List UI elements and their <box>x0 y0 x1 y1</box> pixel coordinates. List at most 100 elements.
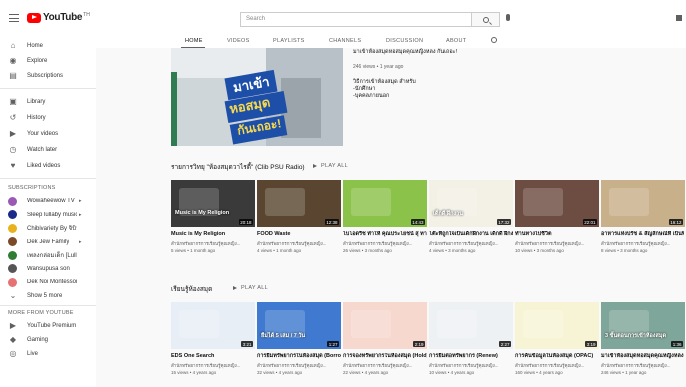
video-card[interactable]: ยืมได้ 5 เล่ม / 7 วัน 1:27 การยืมทรัพยากรใ… <box>257 302 341 375</box>
video-thumbnail[interactable]: 14:43 <box>343 180 427 227</box>
liked-videos-icon: ♥ <box>10 161 16 170</box>
video-thumbnail[interactable]: 2:19 <box>343 302 427 349</box>
video-duration: 20:18 <box>238 219 253 225</box>
video-title[interactable]: การค้นข้อมูลในห้องสมุด (OPAC) <box>515 353 599 360</box>
video-channel[interactable]: สำนักทรัพยากรการเรียนรู้คุณหญิง... <box>257 362 341 369</box>
video-title[interactable]: โต๊ะที่ถูกใจเป็นเด็กฝึกงาน เด็กดี ฝึกงาน <box>429 231 513 238</box>
video-thumbnail[interactable]: 3 ขั้นตอนการเข้าห้องสมุด 1:36 <box>601 302 685 349</box>
video-card[interactable]: 3:21 EDS One Search สำนักทรัพยากรการเรียนร… <box>171 302 255 375</box>
video-channel[interactable]: สำนักทรัพยากรการเรียนรู้คุณหญิง... <box>601 240 684 247</box>
tab-videos[interactable]: VIDEOS <box>227 38 250 44</box>
thumbnail-art <box>609 188 649 216</box>
tab-discussion[interactable]: DISCUSSION <box>386 38 423 44</box>
video-title[interactable]: การยืมต่อทรัพยากร (Renew) <box>429 353 513 360</box>
video-thumbnail[interactable]: Music is My Religion 20:18 <box>171 180 255 227</box>
video-title[interactable]: Music is My Religion <box>171 231 255 238</box>
tab-home[interactable]: HOME <box>185 38 203 44</box>
play-all-button[interactable]: PLAY ALL <box>233 285 268 291</box>
subscription-item[interactable]: Wowaheewow TV ▸ <box>0 194 96 208</box>
video-thumbnail[interactable]: 2:27 <box>429 302 513 349</box>
video-card[interactable]: เด็กดี ฝึกงาน 17:32 โต๊ะที่ถูกใจเป็นเด็กฝึ… <box>429 180 513 253</box>
featured-title[interactable]: มาเข้าห้องสมุดหอสมุดคุณหญิงหลง กันเถอะ! <box>353 48 457 56</box>
video-title[interactable]: ทำนทางไปชีวิต <box>515 231 599 238</box>
video-card[interactable]: 12:38 FOOD Waste สำนักทรัพยากรการเรียนรู้ค… <box>257 180 341 253</box>
video-card[interactable]: 3:19 การค้นข้อมูลในห้องสมุด (OPAC) สำนักทร… <box>515 302 599 375</box>
video-thumbnail[interactable]: 16:12 <box>601 180 685 227</box>
video-card[interactable]: 16:12 อาหารแห่งปรัช & สัญลักษณ์ที่ เป็นพิ… <box>601 180 685 253</box>
video-card[interactable]: 2:27 การยืมต่อทรัพยากร (Renew) สำนักทรัพยา… <box>429 302 513 375</box>
video-thumbnail[interactable]: 3:21 <box>171 302 255 349</box>
video-title[interactable]: ไบโอดรีช ทำให้ คุณประโยชน์ สุ ทางเลือกให… <box>343 231 427 238</box>
thumbnail-art <box>265 188 305 216</box>
video-title[interactable]: อาหารแห่งปรัช & สัญลักษณ์ที่ เป็นพิศรับเ… <box>601 231 684 238</box>
video-thumbnail[interactable]: เด็กดี ฝึกงาน 17:32 <box>429 180 513 227</box>
sidebar-item[interactable]: ◷ Watch later <box>0 143 96 157</box>
video-channel[interactable]: สำนักทรัพยากรการเรียนรู้คุณหญิง... <box>601 362 684 369</box>
video-card[interactable]: 22:01 ทำนทางไปชีวิตสำนักทรัพยากรการเรียนร… <box>515 180 599 253</box>
subscription-item[interactable]: Dek Noi Montessori <box>0 275 96 289</box>
video-channel[interactable]: สำนักทรัพยากรการเรียนรู้คุณหญิง... <box>257 240 341 247</box>
shelf-title[interactable]: เรียนรู้ห้องสมุด <box>171 284 212 294</box>
sidebar-item[interactable]: ▶ Your videos <box>0 127 96 141</box>
video-title[interactable]: EDS One Search <box>171 353 255 360</box>
video-card[interactable]: 14:43 ไบโอดรีช ทำให้ คุณประโยชน์ สุ ทางเล… <box>343 180 427 253</box>
sidebar-divider <box>0 304 96 306</box>
sidebar-item[interactable]: ▣ Library <box>0 95 96 109</box>
video-channel[interactable]: สำนักทรัพยากรการเรียนรู้คุณหญิง... <box>429 362 513 369</box>
show-more-button[interactable]: ⌄ Show 5 more <box>0 289 96 303</box>
your-videos-icon: ▶ <box>9 129 17 138</box>
youtube-logo[interactable]: YouTube TH <box>27 12 90 23</box>
video-card[interactable]: 2:19 การจองทรัพยากรในห้องสมุด (Hold) สำนัก… <box>343 302 427 375</box>
play-icon <box>233 286 237 290</box>
video-card[interactable]: 3 ขั้นตอนการเข้าห้องสมุด 1:36 มาเข้าห้องสม… <box>601 302 685 375</box>
video-thumbnail[interactable]: 12:38 <box>257 180 341 227</box>
search-input[interactable]: Search <box>240 12 472 27</box>
shelf-title[interactable]: รายการวิทยุ "ห้องสมุดวาไรตี้" (Clib PSU … <box>171 162 305 172</box>
play-all-button[interactable]: PLAY ALL <box>313 163 348 169</box>
tab-playlists[interactable]: PLAYLISTS <box>273 38 305 44</box>
channel-search-icon[interactable] <box>491 37 497 43</box>
tab-channels[interactable]: CHANNELS <box>329 38 361 44</box>
live-indicator-icon: ▸ <box>79 238 82 245</box>
sidebar-item[interactable]: ◎ Live <box>0 347 96 361</box>
subscription-item[interactable]: Chibivariety By จิบิว... <box>0 221 96 235</box>
video-card[interactable]: Music is My Religion 20:18 Music is My Rel… <box>171 180 255 253</box>
featured-video-thumbnail[interactable]: มาเข้า หอสมุด กันเถอะ! <box>171 48 343 146</box>
sidebar-item[interactable]: ▤ Subscriptions <box>0 69 96 83</box>
video-thumbnail[interactable]: ยืมได้ 5 เล่ม / 7 วัน 1:27 <box>257 302 341 349</box>
sidebar-item[interactable]: ♥ Liked videos <box>0 159 96 173</box>
tab-about[interactable]: ABOUT <box>446 38 466 44</box>
video-channel[interactable]: สำนักทรัพยากรการเรียนรู้คุณหญิง... <box>429 240 513 247</box>
search-button[interactable] <box>472 12 500 27</box>
channel-avatar <box>8 264 17 273</box>
video-title[interactable]: การจองทรัพยากรในห้องสมุด (Hold) <box>343 353 427 360</box>
video-thumbnail[interactable]: 3:19 <box>515 302 599 349</box>
microphone-icon[interactable] <box>506 14 510 21</box>
sidebar-item[interactable]: ⌂ Home <box>0 39 96 53</box>
video-channel[interactable]: สำนักทรัพยากรการเรียนรู้คุณหญิง... <box>515 362 599 369</box>
video-channel[interactable]: สำนักทรัพยากรการเรียนรู้คุณหญิง... <box>343 362 427 369</box>
sidebar-item[interactable]: ↺ History <box>0 111 96 125</box>
subscription-item[interactable]: Wansupusa son <box>0 262 96 276</box>
thumbnail-art <box>179 310 219 338</box>
apps-icon[interactable] <box>676 15 682 21</box>
sidebar-item[interactable]: ◉ Explore <box>0 54 96 68</box>
video-title[interactable]: FOOD Waste <box>257 231 341 238</box>
subscription-label: Dek Noi Montessori <box>27 279 77 285</box>
video-channel[interactable]: สำนักทรัพยากรการเรียนรู้คุณหญิง... <box>171 362 255 369</box>
video-channel[interactable]: สำนักทรัพยากรการเรียนรู้คุณหญิง... <box>515 240 599 247</box>
sidebar-item[interactable]: ◆ Gaming <box>0 333 96 347</box>
video-channel[interactable]: สำนักทรัพยากรการเรียนรู้คุณหญิง... <box>343 240 427 247</box>
video-duration: 16:12 <box>668 219 683 225</box>
menu-icon[interactable] <box>9 14 19 22</box>
subscription-label: Chibivariety By จิบิว... <box>27 226 77 232</box>
video-channel[interactable]: สำนักทรัพยากรการเรียนรู้คุณหญิง... <box>171 240 255 247</box>
subscription-item[interactable]: Dek Jew Family ▸ <box>0 235 96 249</box>
video-title[interactable]: มาเข้าห้องสมุดหอสมุดคุณหญิงหลง กันเถอะ! <box>601 353 684 360</box>
subscription-item[interactable]: Sleep lullaby music ▸ <box>0 208 96 222</box>
video-title[interactable]: การยืมทรัพยากรในห้องสมุด (Borrow) <box>257 353 341 360</box>
subscription-item[interactable]: เพลงกล่อมเด็ก [Lullab... <box>0 248 96 262</box>
sidebar-item[interactable]: ▶ YouTube Premium <box>0 319 96 333</box>
subscriptions-icon: ▤ <box>9 71 17 80</box>
video-thumbnail[interactable]: 22:01 <box>515 180 599 227</box>
